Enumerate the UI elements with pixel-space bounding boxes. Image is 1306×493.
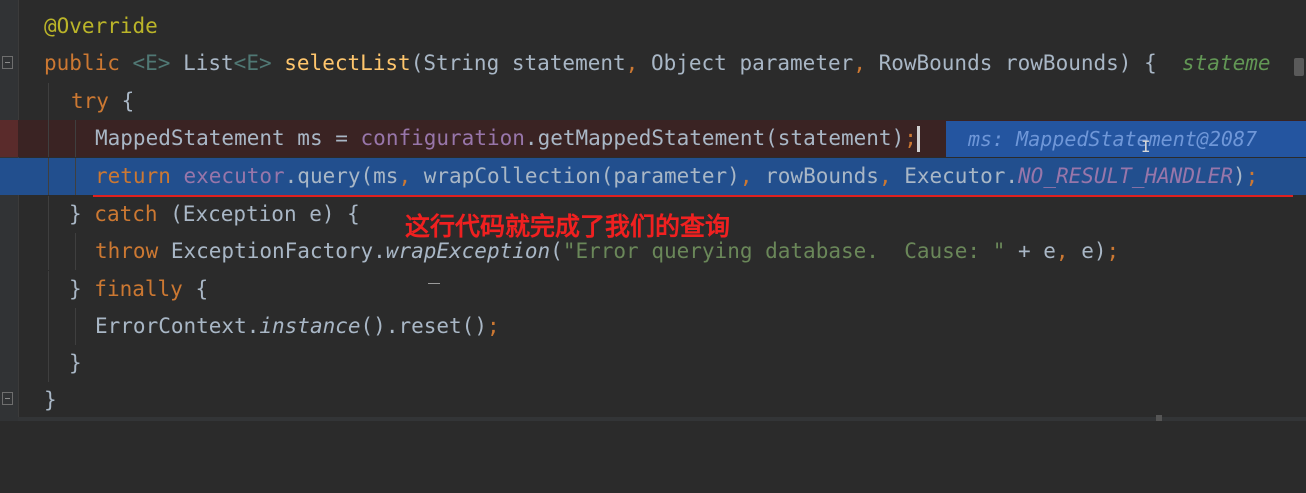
- return-query-line: return executor.query(ms, wrapCollection…: [95, 164, 1259, 188]
- indent-guide: [75, 120, 76, 157]
- code-line-10[interactable]: }: [0, 345, 1306, 382]
- closing-brace: }: [44, 388, 57, 412]
- breakpoint-marker[interactable]: [0, 120, 18, 157]
- vertical-scrollbar-thumb[interactable]: [1294, 58, 1304, 76]
- indent-guide: [48, 308, 49, 345]
- text-caret: [916, 126, 920, 152]
- indent-guide: [48, 196, 49, 233]
- code-editor[interactable]: @Override public <E> List<E> selectList(…: [0, 0, 1306, 421]
- horizontal-scrollbar[interactable]: [18, 417, 1306, 421]
- closing-brace: }: [69, 351, 82, 375]
- code-line-7[interactable]: throw ExceptionFactory.wrapException("Er…: [0, 233, 1306, 270]
- indent-guide: [48, 233, 49, 270]
- code-line-11[interactable]: }: [0, 382, 1306, 419]
- finally-statement: } finally {: [69, 277, 209, 301]
- code-line-1[interactable]: @Override: [0, 8, 1306, 45]
- indent-guide: [48, 120, 49, 157]
- indent-guide: [75, 308, 76, 345]
- code-line-2[interactable]: public <E> List<E> selectList(String sta…: [0, 45, 1306, 82]
- horizontal-scrollbar-thumb[interactable]: [1156, 415, 1162, 421]
- mapped-statement-line: MappedStatement ms = configuration.getMa…: [95, 120, 920, 157]
- debug-inline-value[interactable]: ms: MappedStatement@2087: [946, 121, 1306, 157]
- catch-statement: } catch (Exception e) {: [69, 202, 360, 226]
- indent-guide: [48, 271, 49, 308]
- code-line-9[interactable]: ErrorContext.instance().reset();: [0, 308, 1306, 345]
- annotation-override: @Override: [44, 14, 158, 38]
- throw-statement: throw ExceptionFactory.wrapException("Er…: [95, 239, 1120, 263]
- code-line-5-execution[interactable]: return executor.query(ms, wrapCollection…: [0, 158, 1306, 195]
- indent-guide: [48, 345, 49, 382]
- indent-guide: [75, 233, 76, 270]
- indent-guide: [75, 158, 76, 195]
- error-context-reset: ErrorContext.instance().reset();: [95, 314, 500, 338]
- indent-guide: [48, 158, 49, 195]
- code-line-8[interactable]: } finally {: [0, 271, 1306, 308]
- method-signature: public <E> List<E> selectList(String sta…: [44, 51, 1271, 75]
- try-statement: try {: [71, 89, 135, 113]
- code-line-3[interactable]: try {: [0, 83, 1306, 120]
- indent-guide: [48, 83, 49, 120]
- mouse-ibeam-icon: I: [1141, 137, 1151, 156]
